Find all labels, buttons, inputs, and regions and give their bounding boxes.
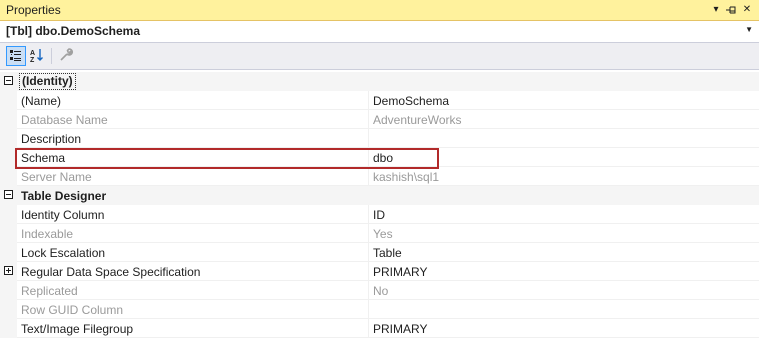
- categorized-icon: [10, 50, 21, 61]
- property-row-server-name[interactable]: Server Name kashish\sql1: [0, 167, 759, 186]
- property-row-regular-data-space[interactable]: Regular Data Space Specification PRIMARY: [0, 262, 759, 281]
- property-name: Text/Image Filegroup: [21, 322, 134, 336]
- property-row-replicated[interactable]: Replicated No: [0, 281, 759, 300]
- auto-hide-pin-icon[interactable]: [724, 2, 738, 17]
- property-name: Row GUID Column: [21, 303, 124, 317]
- window-title: Properties: [6, 3, 61, 17]
- property-row-database-name[interactable]: Database Name AdventureWorks: [0, 110, 759, 129]
- property-name: Server Name: [21, 170, 92, 184]
- category-label: Table Designer: [21, 189, 107, 203]
- property-name: Indexable: [21, 227, 74, 241]
- property-value: PRIMARY: [373, 265, 428, 279]
- property-name: Lock Escalation: [21, 246, 106, 260]
- property-row-lock-escalation[interactable]: Lock Escalation Table: [0, 243, 759, 262]
- collapse-icon[interactable]: [4, 190, 13, 199]
- selected-object-label: [Tbl] dbo.DemoSchema: [6, 24, 141, 38]
- collapse-icon[interactable]: [4, 76, 13, 85]
- property-value: DemoSchema: [373, 94, 450, 108]
- object-selector[interactable]: [Tbl] dbo.DemoSchema ▼: [0, 21, 759, 43]
- property-name: Identity Column: [21, 208, 105, 222]
- property-value: No: [373, 284, 389, 298]
- property-row-row-guid-column[interactable]: Row GUID Column: [0, 300, 759, 319]
- categorized-button[interactable]: [6, 46, 26, 66]
- property-row-text-image-filegroup[interactable]: Text/Image Filegroup PRIMARY: [0, 319, 759, 338]
- category-label: (Identity): [19, 73, 76, 90]
- property-value: Yes: [373, 227, 393, 241]
- property-value: AdventureWorks: [373, 113, 462, 127]
- property-name: Description: [21, 132, 82, 146]
- property-row-identity-column[interactable]: Identity Column ID: [0, 205, 759, 224]
- svg-text:Z: Z: [30, 57, 35, 64]
- property-value: PRIMARY: [373, 322, 428, 336]
- property-name: Replicated: [21, 284, 78, 298]
- property-row-name[interactable]: (Name) DemoSchema: [0, 91, 759, 110]
- category-table-designer[interactable]: Table Designer: [0, 186, 759, 205]
- property-name: Regular Data Space Specification: [21, 265, 201, 279]
- property-value: kashish\sql1: [373, 170, 440, 184]
- property-value: Table: [373, 246, 402, 260]
- expand-icon[interactable]: [4, 266, 13, 275]
- properties-title-bar: Properties ▾ ✕: [0, 0, 759, 21]
- property-row-indexable[interactable]: Indexable Yes: [0, 224, 759, 243]
- schema-row-highlight-annotation: [15, 148, 439, 169]
- svg-text:A: A: [30, 50, 35, 57]
- property-row-description[interactable]: Description: [0, 129, 759, 148]
- alphabetical-button[interactable]: A Z: [28, 46, 48, 66]
- property-name: Database Name: [21, 113, 108, 127]
- close-icon[interactable]: ✕: [740, 2, 754, 17]
- chevron-down-icon[interactable]: ▼: [745, 25, 753, 34]
- properties-toolbar: A Z: [0, 43, 759, 70]
- property-grid: (Identity) (Name) DemoSchema Database Na…: [0, 70, 759, 348]
- property-pages-button: [57, 46, 77, 66]
- category-identity[interactable]: (Identity): [0, 72, 759, 91]
- window-position-dropdown-icon[interactable]: ▾: [709, 2, 723, 17]
- toolbar-separator: [51, 48, 52, 64]
- property-name: (Name): [21, 94, 62, 108]
- alphabetical-icon: A Z: [30, 49, 43, 64]
- property-value: ID: [373, 208, 385, 222]
- property-pages-icon: [60, 48, 73, 61]
